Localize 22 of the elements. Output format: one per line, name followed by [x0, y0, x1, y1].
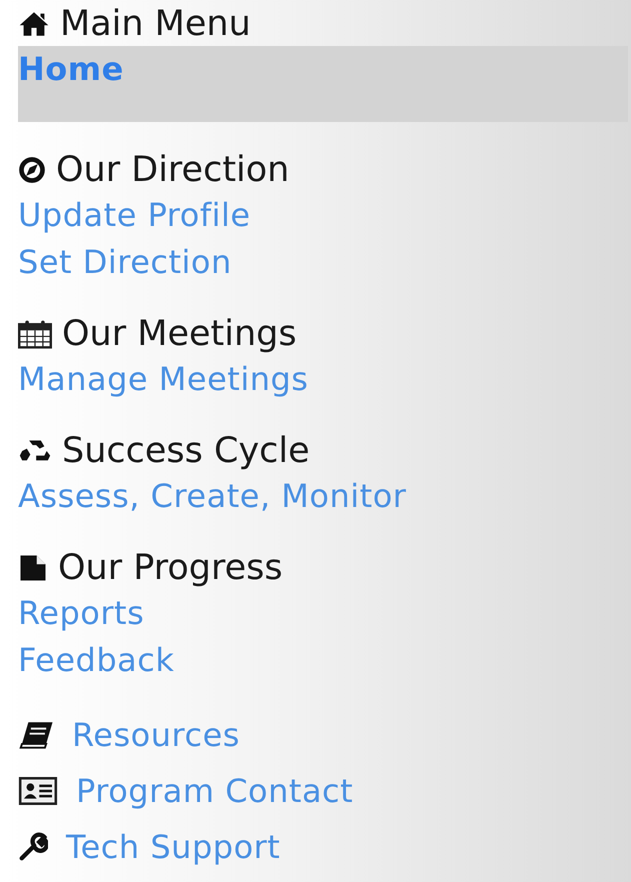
book-icon — [18, 721, 54, 749]
calendar-icon — [18, 319, 52, 349]
menu-link[interactable]: Manage Meetings — [18, 356, 631, 403]
compass-icon — [18, 156, 46, 184]
menu-link[interactable]: Reports — [18, 590, 631, 637]
section-title: Our Meetings — [62, 314, 297, 354]
menu-link[interactable]: Resources — [72, 710, 240, 760]
menu-link[interactable]: Assess, Create, Monitor — [18, 473, 631, 520]
section-title: Success Cycle — [62, 431, 310, 471]
document-icon — [18, 553, 48, 583]
menu-link[interactable]: Tech Support — [66, 822, 280, 872]
section-title: Our Progress — [58, 548, 283, 588]
home-icon — [18, 11, 50, 37]
menu-link[interactable]: Home — [18, 46, 628, 122]
menu-link[interactable]: Update Profile — [18, 192, 631, 239]
contact-card-icon — [18, 777, 58, 805]
section-title: Main Menu — [60, 4, 251, 44]
wrench-icon — [18, 832, 48, 862]
menu-link[interactable]: Set Direction — [18, 239, 631, 286]
menu-link[interactable]: Feedback — [18, 637, 631, 684]
menu-link[interactable]: Program Contact — [76, 766, 354, 816]
section-title: Our Direction — [56, 150, 290, 190]
